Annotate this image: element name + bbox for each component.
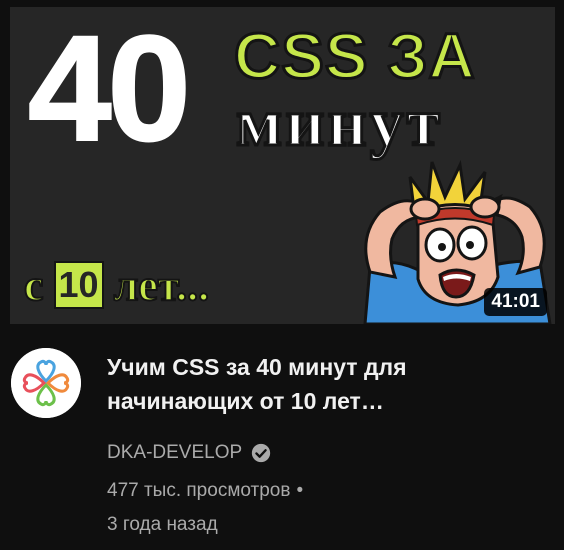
thumbnail-headline-top: CSS ЗА [233, 20, 477, 93]
channel-row: DKA-DEVELOP [107, 440, 272, 466]
view-count-row: 477 тыс. просмотров • [107, 478, 303, 504]
channel-avatar[interactable] [11, 348, 81, 418]
video-title[interactable]: Учим CSS за 40 минут для начинающих от 1… [107, 350, 537, 418]
thumbnail-bottom-prefix: с [23, 260, 44, 311]
channel-name[interactable]: DKA-DEVELOP [107, 440, 242, 466]
thumbnail-bottom-number: 10 [53, 261, 104, 309]
view-count: 477 тыс. просмотров [107, 480, 291, 501]
heart-clover-logo-icon [11, 348, 81, 418]
upload-age: 3 года назад [107, 514, 218, 535]
thumbnail-headline-bottom: минут [234, 84, 444, 160]
duration-badge: 41:01 [484, 288, 547, 316]
check-circle-icon [251, 443, 271, 463]
thumbnail-bottom-suffix: лет... [113, 260, 211, 311]
thumbnail-bottom-line: с 10 лет... [23, 255, 211, 315]
thumbnail-big-number: 40 [27, 7, 192, 172]
video-thumbnail[interactable]: 40 CSS ЗА минут с 10 лет... 41:01 [10, 7, 555, 324]
video-card[interactable]: 40 CSS ЗА минут с 10 лет... 41:01 Учим C… [0, 0, 564, 550]
meta-separator: • [296, 480, 304, 501]
